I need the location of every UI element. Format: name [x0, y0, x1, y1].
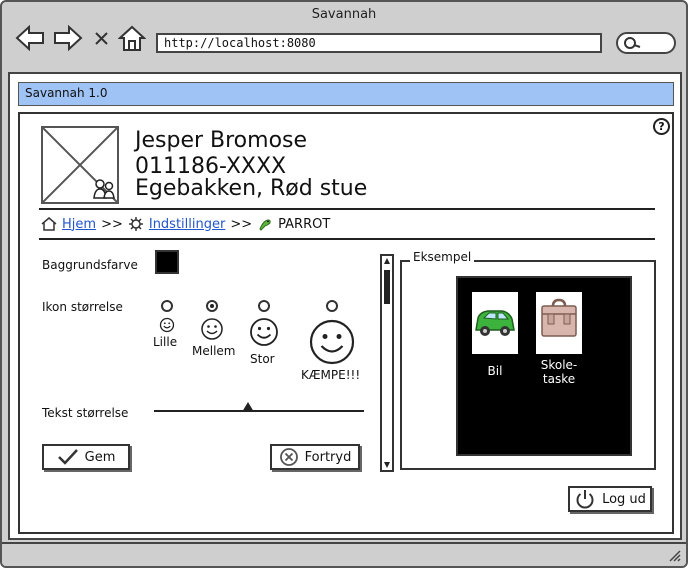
car-icon — [475, 310, 515, 336]
example-preview: Bil Skole- taske — [456, 276, 632, 456]
resize-grip-icon[interactable] — [666, 548, 682, 562]
breadcrumb-current: PARROT — [278, 216, 331, 232]
cancel-button[interactable]: Fortryd — [270, 444, 360, 470]
icon-size-radio-huge[interactable] — [326, 300, 338, 312]
user-place: Egebakken, Rød stue — [135, 176, 368, 201]
smiley-large-icon — [250, 318, 278, 346]
icon-size-huge-label: KÆMPE!!! — [301, 368, 361, 382]
search-icon — [624, 37, 641, 49]
browser-viewport: Savannah 1.0 ? Jesper Bromose 011186-XXX… — [8, 72, 682, 540]
smiley-huge-icon — [309, 319, 355, 365]
browser-search-field[interactable] — [616, 32, 676, 54]
icon-size-medium-label: Mellem — [192, 344, 236, 358]
cancel-x-circle-icon — [279, 448, 298, 466]
breadcrumb-home-link[interactable]: Hjem — [62, 217, 96, 232]
scroll-up-arrow-icon[interactable] — [384, 258, 390, 264]
status-bar — [2, 542, 686, 566]
window-title: Savannah — [311, 7, 377, 22]
logout-button[interactable]: Log ud — [568, 486, 652, 512]
background-color-swatch[interactable] — [155, 250, 179, 274]
settings-panel: ? Jesper Bromose 011186-XXXX Egebakken, … — [18, 112, 674, 534]
example-tile-schoolbag — [536, 292, 582, 354]
smiley-small-icon — [159, 317, 175, 333]
divider — [39, 208, 655, 210]
example-schoolbag-label: Skole- taske — [540, 358, 578, 386]
smiley-medium-icon — [201, 318, 223, 340]
logout-button-label: Log ud — [602, 491, 646, 507]
avatar — [41, 126, 119, 204]
example-car-label: Bil — [487, 364, 503, 378]
save-button-label: Gem — [84, 449, 116, 465]
forward-arrow-icon[interactable] — [52, 24, 84, 52]
back-arrow-icon[interactable] — [14, 24, 46, 52]
icon-size-radio-medium[interactable] — [206, 300, 218, 312]
gear-icon — [128, 217, 143, 231]
breadcrumb: Hjem >> Indstillinger >> PARROT — [41, 214, 330, 234]
browser-window: Savannah http://localhost:8080 Savannah … — [0, 0, 688, 568]
save-button[interactable]: Gem — [42, 444, 130, 470]
example-legend: Eksempel — [410, 250, 475, 264]
help-icon[interactable]: ? — [653, 118, 670, 135]
breadcrumb-settings-link[interactable]: Indstillinger — [149, 217, 225, 232]
icon-size-label: Ikon størrelse — [42, 300, 123, 314]
breadcrumb-separator: >> — [101, 216, 123, 232]
icon-size-radio-small[interactable] — [161, 300, 173, 312]
checkmark-icon — [57, 449, 78, 465]
app-title-bar: Savannah 1.0 — [18, 82, 674, 106]
icon-size-large-label: Stor — [250, 352, 275, 366]
example-tile-car — [472, 292, 518, 354]
avatar-placeholder-icon — [42, 127, 118, 203]
text-size-label: Tekst størrelse — [42, 406, 129, 420]
divider — [39, 238, 655, 240]
home-icon[interactable] — [118, 24, 146, 52]
home-icon — [41, 217, 57, 231]
stop-x-icon[interactable] — [90, 24, 114, 52]
schoolbag-icon — [541, 298, 577, 337]
power-icon — [576, 490, 594, 509]
address-bar[interactable]: http://localhost:8080 — [156, 33, 602, 53]
text-size-slider-thumb[interactable] — [242, 402, 254, 412]
parrot-icon — [259, 219, 271, 231]
scrollbar[interactable] — [380, 254, 394, 472]
text-size-slider-track[interactable] — [154, 410, 364, 412]
icon-size-small-label: Lille — [153, 335, 178, 349]
cancel-button-label: Fortryd — [304, 449, 352, 465]
breadcrumb-separator: >> — [230, 216, 253, 232]
scroll-down-arrow-icon[interactable] — [384, 462, 390, 468]
icon-size-radio-large[interactable] — [258, 300, 270, 312]
scroll-thumb[interactable] — [384, 270, 390, 304]
background-color-label: Baggrundsfarve — [42, 258, 138, 272]
user-name: Jesper Bromose — [135, 128, 308, 153]
